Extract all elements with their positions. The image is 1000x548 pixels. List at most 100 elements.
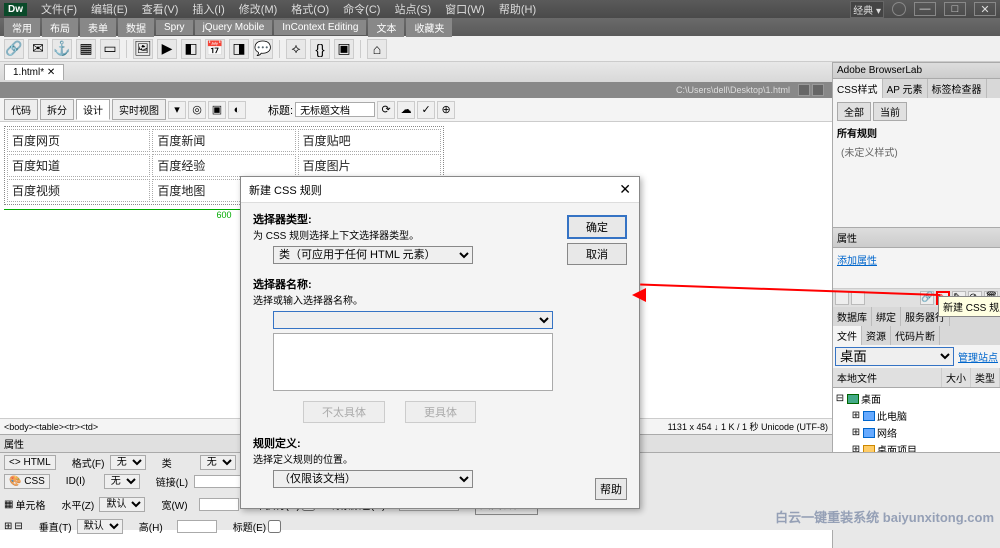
search-icon[interactable] bbox=[892, 2, 906, 16]
insert-ssi-icon[interactable]: ◨ bbox=[229, 39, 249, 59]
insert-script-icon[interactable]: {} bbox=[310, 39, 330, 59]
width-input[interactable] bbox=[199, 498, 239, 511]
expand-icon[interactable]: ⊞ bbox=[851, 410, 861, 421]
preview-icon[interactable]: ☁ bbox=[397, 101, 415, 119]
format-select[interactable]: 无 bbox=[110, 455, 146, 470]
tab-jquery[interactable]: jQuery Mobile bbox=[195, 20, 273, 35]
tab-snippets[interactable]: 代码片断 bbox=[891, 326, 940, 345]
view-design-button[interactable]: 设计 bbox=[76, 99, 110, 120]
css-current-button[interactable]: 当前 bbox=[873, 102, 907, 121]
rule-def-select[interactable]: （仅限该文档） bbox=[273, 470, 473, 488]
file-mgmt-icon[interactable]: ⟳ bbox=[377, 101, 395, 119]
table-cell[interactable]: 百度网页 bbox=[7, 129, 150, 152]
table-cell[interactable]: 百度贴吧 bbox=[298, 129, 441, 152]
menu-format[interactable]: 格式(O) bbox=[285, 0, 335, 18]
class-select[interactable]: 无 bbox=[200, 455, 236, 470]
insert-anchor-icon[interactable]: ⚓ bbox=[52, 39, 72, 59]
tab-spry[interactable]: Spry bbox=[156, 20, 193, 35]
view-options-icon[interactable]: ▾ bbox=[168, 101, 186, 119]
tab-tag-inspector[interactable]: 标签检查器 bbox=[928, 79, 987, 98]
selector-name-combo[interactable] bbox=[273, 311, 553, 329]
close-icon[interactable]: ✕ bbox=[619, 181, 631, 198]
col-local-files[interactable]: 本地文件 bbox=[833, 368, 942, 387]
vert-select[interactable]: 默认 bbox=[77, 519, 123, 534]
tab-data[interactable]: 数据 bbox=[118, 18, 154, 37]
tab-layout[interactable]: 布局 bbox=[42, 18, 78, 37]
window-minimize-button[interactable]: — bbox=[914, 2, 936, 16]
col-size[interactable]: 大小 bbox=[942, 368, 971, 387]
insert-date-icon[interactable]: 📅 bbox=[205, 39, 225, 59]
tab-favorites[interactable]: 收藏夹 bbox=[406, 18, 452, 37]
table-row[interactable]: 百度网页 百度新闻 百度贴吧 bbox=[7, 129, 441, 152]
tree-row-computer[interactable]: ⊞此电脑 bbox=[835, 407, 998, 424]
panel-browserlab[interactable]: Adobe BrowserLab bbox=[833, 62, 1000, 79]
tree-row-desktop[interactable]: ⊟桌面 bbox=[835, 390, 998, 407]
tab-css-styles[interactable]: CSS样式 bbox=[833, 79, 883, 98]
insert-div-icon[interactable]: ▭ bbox=[100, 39, 120, 59]
insert-image-icon[interactable]: 🖼 bbox=[133, 39, 153, 59]
window-maximize-button[interactable]: □ bbox=[944, 2, 966, 16]
insert-hyperlink-icon[interactable]: 🔗 bbox=[4, 39, 24, 59]
properties-header[interactable]: 属性 bbox=[833, 227, 1000, 248]
tab-incontext[interactable]: InContext Editing bbox=[274, 20, 366, 35]
css-mode-button[interactable]: 🎨 CSS bbox=[4, 474, 50, 489]
menu-file[interactable]: 文件(F) bbox=[35, 0, 83, 18]
selector-type-select[interactable]: 类（可应用于任何 HTML 元素） bbox=[273, 246, 473, 264]
view-code-button[interactable]: 代码 bbox=[4, 99, 38, 120]
cell-icon[interactable]: ▦ bbox=[4, 499, 13, 510]
check-icon[interactable]: ⊕ bbox=[437, 101, 455, 119]
multiscreen-icon[interactable]: ▣ bbox=[208, 101, 226, 119]
attach-css-icon[interactable] bbox=[835, 291, 849, 305]
menu-modify[interactable]: 修改(M) bbox=[233, 0, 284, 18]
insert-tag-icon[interactable]: ⌂ bbox=[367, 39, 387, 59]
title-input[interactable] bbox=[295, 102, 375, 117]
manage-sites-link[interactable]: 管理站点 bbox=[958, 349, 998, 364]
tab-forms[interactable]: 表单 bbox=[80, 18, 116, 37]
ok-button[interactable]: 确定 bbox=[567, 215, 627, 239]
tag-breadcrumb[interactable]: <body><table><tr><td> bbox=[4, 422, 98, 432]
layout-select[interactable]: 经典 ▾ bbox=[850, 1, 884, 18]
tree-row-network[interactable]: ⊞网络 bbox=[835, 424, 998, 441]
doc-tab-1html[interactable]: 1.html* ✕ bbox=[4, 64, 64, 80]
expand-icon[interactable]: ⊞ bbox=[851, 427, 861, 438]
tab-bindings[interactable]: 绑定 bbox=[872, 307, 901, 326]
cancel-button[interactable]: 取消 bbox=[567, 243, 627, 265]
table-cell[interactable]: 百度图片 bbox=[298, 154, 441, 177]
table-cell[interactable]: 百度知道 bbox=[7, 154, 150, 177]
dialog-titlebar[interactable]: 新建 CSS 规则 ✕ bbox=[241, 177, 639, 203]
view-live-button[interactable]: 实时视图 bbox=[112, 99, 166, 120]
insert-widget-icon[interactable]: ◧ bbox=[181, 39, 201, 59]
close-icon[interactable]: ✕ bbox=[47, 67, 55, 78]
tab-database[interactable]: 数据库 bbox=[833, 307, 872, 326]
path-icon[interactable] bbox=[798, 84, 810, 96]
menu-help[interactable]: 帮助(H) bbox=[493, 0, 542, 18]
insert-comment-icon[interactable]: 💬 bbox=[253, 39, 273, 59]
insert-media-icon[interactable]: ▶ bbox=[157, 39, 177, 59]
tab-files[interactable]: 文件 bbox=[833, 326, 862, 345]
menu-insert[interactable]: 插入(I) bbox=[186, 0, 230, 18]
window-close-button[interactable]: ✕ bbox=[974, 2, 996, 16]
site-select[interactable]: 桌面 bbox=[835, 347, 954, 366]
html-mode-button[interactable]: <> HTML bbox=[4, 455, 56, 470]
menu-view[interactable]: 查看(V) bbox=[136, 0, 185, 18]
id-select[interactable]: 无 bbox=[104, 474, 140, 489]
height-input[interactable] bbox=[177, 520, 217, 533]
help-button[interactable]: 帮助 bbox=[595, 478, 627, 500]
table-row[interactable]: 百度知道 百度经验 百度图片 bbox=[7, 154, 441, 177]
add-property-link[interactable]: 添加属性 bbox=[837, 256, 877, 267]
tab-common[interactable]: 常用 bbox=[4, 18, 40, 37]
tab-ap-elements[interactable]: AP 元素 bbox=[883, 79, 928, 98]
split-icon[interactable]: ⊟ bbox=[14, 521, 22, 532]
table-cell[interactable]: 百度视频 bbox=[7, 179, 150, 202]
tab-assets[interactable]: 资源 bbox=[862, 326, 891, 345]
view-split-button[interactable]: 拆分 bbox=[40, 99, 74, 120]
horz-select[interactable]: 默认 bbox=[99, 497, 145, 512]
collapse-icon[interactable]: ⊟ bbox=[835, 393, 845, 404]
merge-icon[interactable]: ⊞ bbox=[4, 521, 12, 532]
browse-icon[interactable]: ◐ bbox=[228, 101, 246, 119]
menu-site[interactable]: 站点(S) bbox=[388, 0, 437, 18]
css-all-button[interactable]: 全部 bbox=[837, 102, 871, 121]
insert-table-icon[interactable]: ▦ bbox=[76, 39, 96, 59]
menu-edit[interactable]: 编辑(E) bbox=[85, 0, 134, 18]
inspect-icon[interactable]: ◎ bbox=[188, 101, 206, 119]
